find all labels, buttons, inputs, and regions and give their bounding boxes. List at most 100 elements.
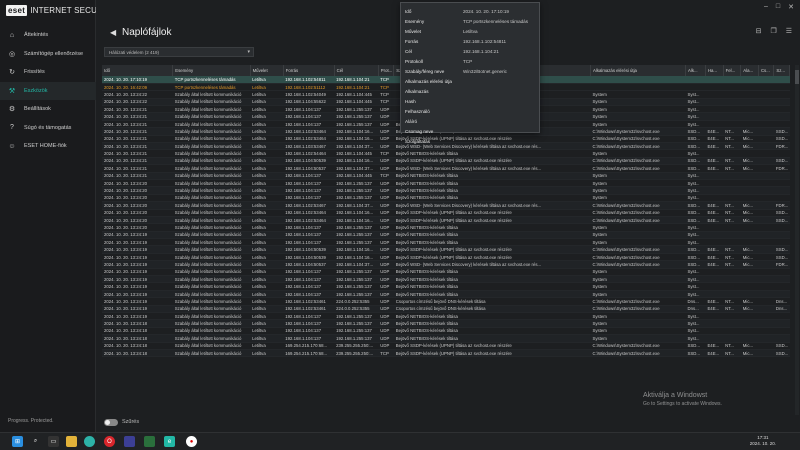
table-row[interactable]: 2024. 10. 20. 13:24:20 Szabály által leti…: [102, 194, 790, 203]
filter-toggle[interactable]: [104, 419, 118, 426]
table-cell: 192.168.1.104:137: [283, 319, 335, 328]
table-row[interactable]: 2024. 10. 20. 13:24:20 Szabály által leti…: [102, 186, 790, 195]
column-header[interactable]: Idő: [102, 65, 174, 76]
table-cell: Letiltva: [250, 112, 284, 121]
table-cell: System: [590, 120, 686, 129]
system-clock[interactable]: 17:31 2024. 10. 20.: [750, 435, 776, 447]
table-row[interactable]: 2024. 10. 20. 13:24:19 Szabály által leti…: [102, 238, 790, 247]
table-cell: Letiltva: [250, 90, 284, 99]
task-view-icon[interactable]: ▭: [48, 436, 59, 447]
copy-icon[interactable]: ❐: [770, 27, 776, 35]
table-row[interactable]: 2024. 10. 20. 13:24:19 Szabály által leti…: [102, 231, 790, 240]
filter-icon[interactable]: ⊟: [756, 27, 762, 35]
table-cell: NT...: [723, 260, 741, 269]
table-cell: Bejövő NETBIOS-kérések tiltása: [393, 172, 591, 180]
table-cell: Mic...: [740, 349, 759, 358]
table-row[interactable]: 2024. 10. 20. 13:24:18 Szabály által leti…: [102, 334, 790, 343]
log-type-dropdown[interactable]: Hálózati védelem (2 419) ▾: [104, 47, 254, 57]
column-header[interactable]: Alkalmazás elérési útja: [590, 65, 687, 76]
table-cell: 192.168.1.104:50537: [283, 164, 335, 173]
scrollbar-thumb[interactable]: [795, 70, 799, 84]
table-cell: 192.168.1.102:53464: [283, 127, 335, 136]
table-cell: C:\Windows\System32\svchost.exe: [590, 216, 686, 225]
table-row[interactable]: 2024. 10. 20. 13:24:19 Szabály által leti…: [102, 275, 790, 284]
table-cell: Bejövő SSDP-kérések (UPNP) tiltása az sv…: [393, 349, 591, 358]
table-cell: [773, 334, 790, 343]
table-row[interactable]: 2024. 10. 20. 13:24:19 Szabály által leti…: [102, 312, 790, 321]
table-row[interactable]: 2024. 10. 20. 13:24:20 Szabály által leti…: [102, 201, 790, 210]
sidebar-item-home[interactable]: ⌂ Áttekintés: [0, 26, 96, 44]
table-row[interactable]: 2024. 10. 20. 13:24:19 Szabály által leti…: [102, 305, 790, 314]
table-row[interactable]: 2024. 10. 20. 13:24:19 Szabály által leti…: [102, 245, 790, 254]
sidebar-item-scan[interactable]: ◎ Számítógép ellenőrzése: [0, 45, 96, 63]
table-row[interactable]: 2024. 10. 20. 13:24:18 Szabály által leti…: [102, 327, 790, 336]
table-scrollbar[interactable]: [795, 65, 799, 415]
table-cell: [740, 105, 759, 114]
menu-icon[interactable]: ☰: [786, 27, 792, 35]
opera-icon[interactable]: O: [104, 436, 115, 447]
table-row[interactable]: 2024. 10. 20. 13:24:19 Szabály által leti…: [102, 260, 790, 269]
column-header[interactable]: Sz...: [773, 65, 790, 76]
table-row[interactable]: 2024. 10. 20. 13:24:18 Szabály által leti…: [102, 319, 790, 328]
table-row[interactable]: 2024. 10. 20. 13:24:19 Szabály által leti…: [102, 268, 790, 277]
back-arrow-icon[interactable]: ◀: [110, 28, 116, 37]
table-cell: [740, 327, 759, 336]
table-row[interactable]: 2024. 10. 20. 13:24:21 Szabály által leti…: [102, 149, 790, 158]
table-cell: [740, 194, 759, 203]
maximize-icon[interactable]: □: [776, 3, 780, 11]
column-header[interactable]: Művelet: [250, 65, 284, 76]
table-row[interactable]: 2024. 10. 20. 13:24:21 Szabály által leti…: [102, 157, 790, 166]
table-cell: 192.168.1.104:37...: [334, 260, 379, 269]
column-header[interactable]: Forrás: [283, 65, 335, 76]
table-cell: Letiltva: [250, 186, 284, 195]
table-row[interactable]: 2024. 10. 20. 13:24:19 Szabály által leti…: [102, 253, 790, 262]
table-cell: UDP: [378, 253, 394, 262]
column-header[interactable]: Fel...: [723, 65, 742, 76]
column-header[interactable]: Alk...: [685, 65, 706, 76]
edge-icon[interactable]: [84, 436, 95, 447]
column-header[interactable]: Prot...: [378, 65, 395, 76]
table-cell: 2024. 10. 20. 13:24:19: [102, 297, 173, 306]
minimize-icon[interactable]: –: [764, 3, 768, 11]
table-cell: Szabály által letiltott kommunikáció: [172, 282, 251, 291]
table-row[interactable]: 2024. 10. 20. 13:24:19 Szabály által leti…: [102, 290, 790, 299]
sidebar-item-help[interactable]: ? Súgó és támogatás: [0, 119, 96, 137]
table-cell: Letiltva: [250, 149, 284, 158]
windows-start-icon[interactable]: ⊞: [12, 436, 23, 447]
table-row[interactable]: 2024. 10. 20. 13:24:20 Szabály által leti…: [102, 216, 790, 225]
table-row[interactable]: 2024. 10. 20. 13:24:18 Szabály által leti…: [102, 342, 790, 350]
sidebar-item-gear[interactable]: ⚙ Beállítások: [0, 100, 96, 118]
table-cell: 2024. 10. 20. 13:24:20: [102, 194, 173, 203]
taskbar: ⊞ ⌕ ▭ O e ● 17:31 2024. 10. 20.: [0, 432, 800, 450]
app-icon[interactable]: [144, 436, 155, 447]
file-explorer-icon[interactable]: [66, 436, 77, 447]
column-header[interactable]: Ala...: [740, 65, 759, 76]
table-row[interactable]: 2024. 10. 20. 13:24:19 Szabály által leti…: [102, 282, 790, 291]
table-cell: [773, 172, 790, 180]
table-row[interactable]: 2024. 10. 20. 13:24:21 Szabály által leti…: [102, 172, 790, 180]
table-cell: 2024. 10. 20. 13:24:18: [102, 349, 173, 358]
table-cell: 192.168.1.255:137: [334, 282, 379, 291]
table-cell: 192.168.1.255:137: [334, 319, 379, 328]
column-header[interactable]: Esemény: [172, 65, 251, 76]
close-icon[interactable]: ✕: [788, 3, 794, 11]
store-icon[interactable]: [124, 436, 135, 447]
table-row[interactable]: 2024. 10. 20. 13:24:20 Szabály által leti…: [102, 179, 790, 188]
table-row[interactable]: 2024. 10. 20. 13:24:18 Szabály által leti…: [102, 349, 790, 358]
table-row[interactable]: 2024. 10. 20. 13:24:21 Szabály által leti…: [102, 164, 790, 173]
table-row[interactable]: 2024. 10. 20. 13:24:20 Szabály által leti…: [102, 223, 790, 232]
sidebar-item-account[interactable]: ☺ ESET HOME-fiók: [0, 137, 96, 155]
sidebar-item-tools[interactable]: ⚒ Eszközök: [0, 81, 96, 100]
column-header[interactable]: Cél: [334, 65, 379, 76]
table-cell: [758, 127, 774, 136]
eset-taskbar-icon[interactable]: e: [164, 436, 175, 447]
table-cell: Mic...: [740, 157, 759, 166]
table-row[interactable]: 2024. 10. 20. 13:24:20 Szabály által leti…: [102, 209, 790, 217]
table-cell: 192.168.1.104:445: [334, 98, 379, 107]
record-icon[interactable]: ●: [186, 436, 197, 447]
column-header[interactable]: Cs...: [758, 65, 775, 76]
search-icon[interactable]: ⌕: [30, 436, 41, 447]
column-header[interactable]: Ha...: [705, 65, 724, 76]
table-row[interactable]: 2024. 10. 20. 13:24:19 Szabály által leti…: [102, 297, 790, 306]
sidebar-item-update[interactable]: ↻ Frissítés: [0, 63, 96, 81]
